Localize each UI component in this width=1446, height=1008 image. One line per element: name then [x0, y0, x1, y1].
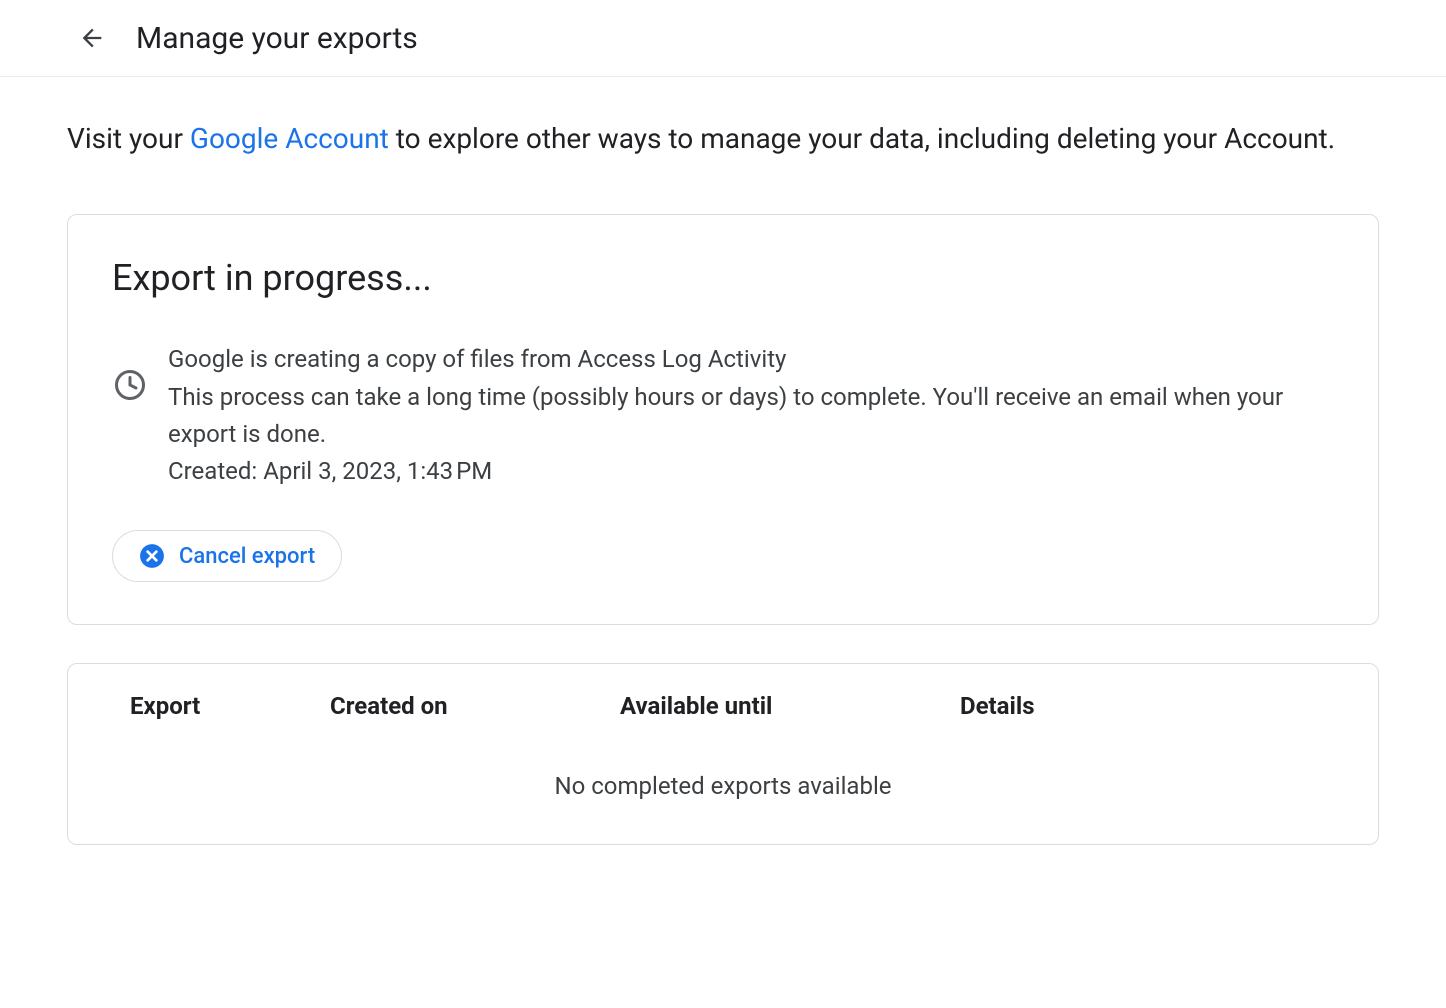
- intro-suffix: to explore other ways to manage your dat…: [389, 122, 1335, 155]
- intro-prefix: Visit your: [67, 122, 190, 155]
- cancel-export-label: Cancel export: [179, 544, 315, 569]
- intro-paragraph: Visit your Google Account to explore oth…: [67, 117, 1379, 160]
- cancel-circle-icon: [139, 543, 165, 569]
- col-header-export: Export: [130, 692, 330, 720]
- exports-table-empty: No completed exports available: [68, 748, 1378, 844]
- cancel-export-button[interactable]: Cancel export: [112, 530, 342, 582]
- status-text: Google is creating a copy of files from …: [168, 341, 1334, 490]
- page-header: Manage your exports: [0, 0, 1446, 77]
- main-content: Visit your Google Account to explore oth…: [0, 77, 1446, 845]
- progress-card-title: Export in progress...: [112, 257, 1334, 299]
- status-row: Google is creating a copy of files from …: [112, 341, 1334, 490]
- google-account-link[interactable]: Google Account: [190, 122, 389, 155]
- clock-icon: [112, 367, 148, 407]
- status-created: Created: April 3, 2023, 1:43 PM: [168, 453, 1334, 490]
- exports-table-card: Export Created on Available until Detail…: [67, 663, 1379, 845]
- col-header-available-until: Available until: [620, 692, 960, 720]
- status-line-1: Google is creating a copy of files from …: [168, 341, 1334, 378]
- export-progress-card: Export in progress... Google is creating…: [67, 214, 1379, 625]
- col-header-created-on: Created on: [330, 692, 620, 720]
- page-title: Manage your exports: [136, 21, 418, 56]
- back-arrow-icon[interactable]: [72, 18, 112, 58]
- exports-table-header: Export Created on Available until Detail…: [68, 664, 1378, 748]
- status-line-2: This process can take a long time (possi…: [168, 379, 1334, 453]
- col-header-details: Details: [960, 692, 1316, 720]
